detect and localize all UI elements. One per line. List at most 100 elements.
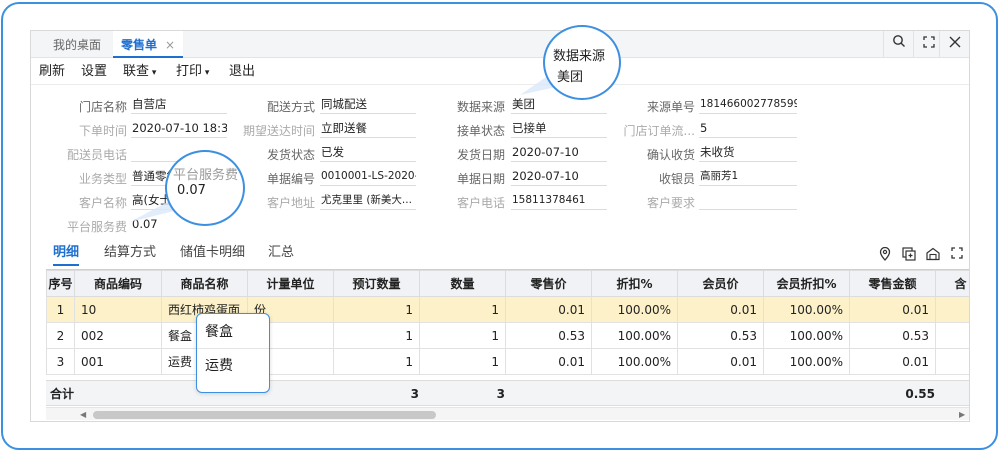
source-number-field[interactable]: 181466002778599... xyxy=(699,97,797,114)
document-number-field[interactable]: 0010001-LS-2020-... xyxy=(320,169,416,186)
table-cell[interactable]: 0.01 xyxy=(505,348,592,375)
fullscreen-icon[interactable] xyxy=(949,247,965,263)
tab-retail-order[interactable]: 零售单 × xyxy=(113,31,184,58)
summary-label: 合计 xyxy=(50,387,75,401)
exit-button[interactable]: 退出 xyxy=(229,59,255,85)
product-name-popup: 餐盒 运费 xyxy=(196,313,270,393)
table-cell[interactable]: 0.01 xyxy=(677,296,764,323)
tab-my-desktop[interactable]: 我的桌面 xyxy=(53,31,101,58)
table-cell[interactable]: 100.00% xyxy=(763,322,850,349)
table-cell[interactable]: 1 xyxy=(333,348,420,375)
table-cell[interactable]: 0.53 xyxy=(505,322,592,349)
tab-details[interactable]: 明细 xyxy=(53,241,80,266)
print-menu[interactable]: 打印 ▾ xyxy=(176,59,209,85)
customer-phone-label: 客户电话 xyxy=(456,196,505,210)
table-cell[interactable]: 0.01 xyxy=(849,296,936,323)
table-cell[interactable]: 10 xyxy=(74,296,162,323)
customer-request-field[interactable] xyxy=(699,193,797,210)
shipping-date-field[interactable]: 2020-07-10 xyxy=(511,145,607,162)
table-cell[interactable]: 0.01 xyxy=(849,348,936,375)
customer-address-field[interactable]: 尤克里里 (新美大... xyxy=(320,193,416,210)
table-cell[interactable]: 1 xyxy=(419,296,506,323)
data-source-field[interactable]: 美团 xyxy=(511,97,607,114)
detail-grid: 序号 商品编码 商品名称 计量单位 预订数量 数量 零售价 折扣% 会员价 会员… xyxy=(46,269,969,421)
callout-data-source-value: 美团 xyxy=(557,70,584,85)
close-window-icon[interactable] xyxy=(939,31,969,58)
table-cell[interactable]: 100.00% xyxy=(763,348,850,375)
table-row[interactable]: 2 002 餐盒 1 1 0.53 100.00% 0.53 100.00% 0… xyxy=(46,322,969,349)
table-cell[interactable]: 1 xyxy=(419,322,506,349)
table-cell[interactable]: 0.01 xyxy=(505,296,592,323)
table-cell[interactable] xyxy=(935,296,969,323)
popup-item[interactable]: 运费 xyxy=(197,350,269,383)
table-cell[interactable]: 100.00% xyxy=(591,322,678,349)
table-cell[interactable]: 0.53 xyxy=(849,322,936,349)
column-header[interactable]: 数量 xyxy=(419,270,506,297)
search-icon[interactable] xyxy=(883,31,913,58)
scroll-left-icon[interactable]: ◀ xyxy=(80,408,86,421)
customer-phone-field[interactable]: 15811378461 xyxy=(511,193,607,210)
popup-item[interactable]: 餐盒 xyxy=(197,316,269,349)
tab-summary[interactable]: 汇总 xyxy=(268,241,294,260)
document-date-field[interactable]: 2020-07-10 xyxy=(511,169,607,186)
delivery-method-field[interactable]: 同城配送 xyxy=(320,97,416,114)
add-copy-icon[interactable] xyxy=(901,247,917,263)
data-source-label: 数据来源 xyxy=(456,100,505,114)
table-cell[interactable]: 0.53 xyxy=(677,322,764,349)
toolbar: 刷新 设置 联查 ▾ 打印 ▾ 退出 xyxy=(31,59,969,85)
close-icon[interactable]: × xyxy=(165,38,175,52)
refresh-button[interactable]: 刷新 xyxy=(39,59,65,85)
document-date-label: 单据日期 xyxy=(456,172,505,186)
detail-tabs: 明细 结算方式 储值卡明细 汇总 xyxy=(31,241,969,266)
order-time-field[interactable]: 2020-07-10 18:3... xyxy=(131,121,227,138)
column-header[interactable]: 含 xyxy=(935,270,969,297)
shipping-date-label: 发货日期 xyxy=(456,148,505,162)
column-header[interactable]: 会员价 xyxy=(677,270,764,297)
expected-delivery-field[interactable]: 立即送餐 xyxy=(320,121,416,138)
table-cell[interactable] xyxy=(935,348,969,375)
table-cell[interactable]: 100.00% xyxy=(591,296,678,323)
store-name-field[interactable]: 自营店 xyxy=(131,97,227,114)
horizontal-scrollbar[interactable]: ◀ ▶ xyxy=(46,407,969,420)
callout-data-source-title: 数据来源 xyxy=(553,49,606,64)
table-cell[interactable]: 0.01 xyxy=(677,348,764,375)
table-cell[interactable] xyxy=(935,322,969,349)
linked-query-menu[interactable]: 联查 ▾ xyxy=(123,59,156,85)
column-header[interactable]: 商品编码 xyxy=(74,270,162,297)
table-cell[interactable]: 002 xyxy=(74,322,162,349)
location-pin-icon[interactable] xyxy=(877,246,893,263)
tab-stored-value-card[interactable]: 储值卡明细 xyxy=(180,241,245,260)
callout-platform-fee-title: 平台服务费 xyxy=(173,168,239,183)
column-header[interactable]: 计量单位 xyxy=(247,270,334,297)
scroll-right-icon[interactable]: ▶ xyxy=(959,408,965,421)
store-order-number-field[interactable]: 5 xyxy=(699,121,797,138)
scrollbar-thumb[interactable] xyxy=(93,411,436,419)
table-cell[interactable]: 100.00% xyxy=(763,296,850,323)
column-header[interactable]: 折扣% xyxy=(591,270,678,297)
table-cell[interactable]: 1 xyxy=(333,322,420,349)
cashier-field[interactable]: 高丽芳1 xyxy=(699,169,797,186)
table-row[interactable]: 1 10 西红柿鸡蛋面 份 1 1 0.01 100.00% 0.01 100.… xyxy=(46,296,969,323)
table-cell[interactable]: 1 xyxy=(419,348,506,375)
store-icon[interactable] xyxy=(925,247,941,263)
tab-settlement[interactable]: 结算方式 xyxy=(104,241,156,260)
table-row[interactable]: 3 001 运费 1 1 0.01 100.00% 0.01 100.00% 0… xyxy=(46,348,969,375)
table-cell[interactable]: 001 xyxy=(74,348,162,375)
table-cell[interactable]: 100.00% xyxy=(591,348,678,375)
print-label: 打印 xyxy=(176,64,203,79)
table-cell: 3 xyxy=(46,348,75,375)
table-cell[interactable]: 1 xyxy=(333,296,420,323)
shipping-status-label: 发货状态 xyxy=(266,148,315,162)
column-header[interactable]: 零售金额 xyxy=(849,270,936,297)
shipping-status-field[interactable]: 已发 xyxy=(320,145,416,162)
column-header[interactable]: 商品名称 xyxy=(161,270,248,297)
confirm-receipt-field[interactable]: 未收货 xyxy=(699,145,797,162)
column-header[interactable]: 序号 xyxy=(46,270,75,297)
column-header[interactable]: 零售价 xyxy=(505,270,592,297)
column-header[interactable]: 预订数量 xyxy=(333,270,420,297)
platform-fee-label: 平台服务费 xyxy=(66,220,127,234)
order-accept-status-field[interactable]: 已接单 xyxy=(511,121,607,138)
linked-query-label: 联查 xyxy=(123,64,150,79)
column-header[interactable]: 会员折扣% xyxy=(763,270,850,297)
settings-button[interactable]: 设置 xyxy=(81,59,107,85)
